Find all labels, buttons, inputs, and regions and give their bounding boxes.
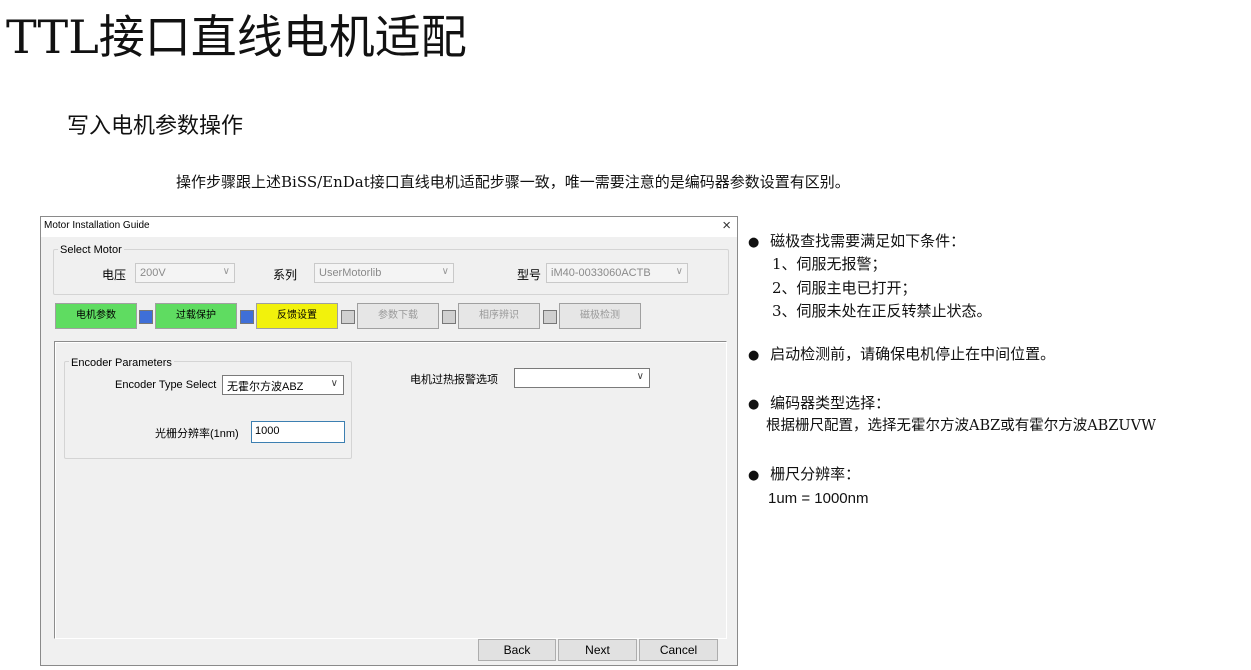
encoder-type-select[interactable]: 无霍尔方波ABZ ∨ bbox=[222, 375, 344, 395]
series-select[interactable]: UserMotorlib ∨ bbox=[314, 263, 454, 283]
note-encoder-type-body: 根据栅尺配置，选择无霍尔方波ABZ或有霍尔方波ABZUVW bbox=[766, 418, 1156, 434]
note-magnetic-heading-text: 磁极查找需要满足如下条件： bbox=[770, 232, 966, 250]
grating-resolution-value: 1000 bbox=[255, 425, 280, 437]
overheat-alarm-select[interactable]: ∨ bbox=[514, 368, 650, 388]
overheat-alarm-label: 电机过热报警选项 bbox=[410, 374, 498, 386]
note-magnetic-item: 2、伺服主电已打开； bbox=[772, 279, 917, 297]
select-motor-legend: Select Motor bbox=[58, 244, 124, 256]
voltage-value: 200V bbox=[140, 267, 166, 279]
step-phase-identification[interactable]: 相序辨识 bbox=[458, 303, 540, 329]
model-label: 型号 bbox=[517, 268, 542, 282]
back-button[interactable]: Back bbox=[478, 639, 556, 661]
model-select[interactable]: iM40-0033060ACTB ∨ bbox=[546, 263, 688, 283]
step-feedback-settings[interactable]: 反馈设置 bbox=[256, 303, 338, 329]
voltage-label: 电压 bbox=[102, 268, 127, 282]
chevron-down-icon: ∨ bbox=[441, 266, 449, 277]
next-button[interactable]: Next bbox=[558, 639, 637, 661]
encoder-type-value: 无霍尔方波ABZ bbox=[227, 381, 304, 393]
step-connector bbox=[543, 310, 557, 324]
series-label: 系列 bbox=[273, 268, 298, 282]
bullet-icon: ● bbox=[748, 468, 760, 483]
note-resolution-heading: ● 栅尺分辨率： bbox=[748, 464, 860, 486]
dialog-titlebar: Motor Installation Guide × bbox=[41, 217, 737, 237]
step-connector bbox=[139, 310, 153, 324]
note-magnetic-item: 3、伺服未处在正反转禁止状态。 bbox=[772, 302, 992, 320]
chevron-down-icon: ∨ bbox=[636, 371, 644, 382]
series-value: UserMotorlib bbox=[319, 267, 382, 279]
grating-resolution-input[interactable]: 1000 bbox=[251, 421, 345, 443]
slide-title: TTL接口直线电机适配 bbox=[6, 10, 467, 64]
note-startup-text: 启动检测前，请确保电机停止在中间位置。 bbox=[770, 345, 1056, 363]
dialog-title: Motor Installation Guide bbox=[44, 220, 150, 231]
voltage-select[interactable]: 200V ∨ bbox=[135, 263, 235, 283]
note-magnetic-item: 1、伺服无报警； bbox=[772, 255, 887, 273]
step-motor-params[interactable]: 电机参数 bbox=[55, 303, 137, 329]
note-startup: ● 启动检测前，请确保电机停止在中间位置。 bbox=[748, 344, 1055, 366]
encoder-parameters-legend: Encoder Parameters bbox=[69, 357, 174, 369]
encoder-type-label: Encoder Type Select bbox=[115, 379, 217, 391]
cancel-button[interactable]: Cancel bbox=[639, 639, 718, 661]
step-magnetic-pole-detection[interactable]: 磁极检测 bbox=[559, 303, 641, 329]
note-encoder-type-heading: ● 编码器类型选择： bbox=[748, 393, 890, 415]
chevron-down-icon: ∨ bbox=[330, 378, 338, 389]
step-param-download[interactable]: 参数下载 bbox=[357, 303, 439, 329]
step-connector bbox=[341, 310, 355, 324]
step-overload-protection[interactable]: 过载保护 bbox=[155, 303, 237, 329]
chevron-down-icon: ∨ bbox=[222, 266, 230, 277]
note-resolution-body: 1um = 1000nm bbox=[768, 490, 869, 507]
bullet-icon: ● bbox=[748, 348, 760, 363]
step-connector bbox=[442, 310, 456, 324]
slide-subtitle: 写入电机参数操作 bbox=[67, 114, 244, 139]
chevron-down-icon: ∨ bbox=[675, 266, 683, 277]
step-connector bbox=[240, 310, 254, 324]
note-magnetic-heading: ● 磁极查找需要满足如下条件： bbox=[748, 231, 965, 253]
intro-text: 操作步骤跟上述BiSS/EnDat接口直线电机适配步骤一致，唯一需要注意的是编码… bbox=[176, 173, 850, 191]
motor-installation-dialog: Motor Installation Guide × Select Motor … bbox=[40, 216, 738, 666]
bullet-icon: ● bbox=[748, 235, 760, 250]
note-resolution-heading-text: 栅尺分辨率： bbox=[770, 465, 861, 483]
close-icon[interactable]: × bbox=[722, 217, 731, 234]
model-value: iM40-0033060ACTB bbox=[551, 267, 651, 279]
note-encoder-type-heading-text: 编码器类型选择： bbox=[770, 394, 891, 412]
bullet-icon: ● bbox=[748, 397, 760, 412]
grating-resolution-label: 光栅分辨率(1nm) bbox=[155, 428, 239, 440]
